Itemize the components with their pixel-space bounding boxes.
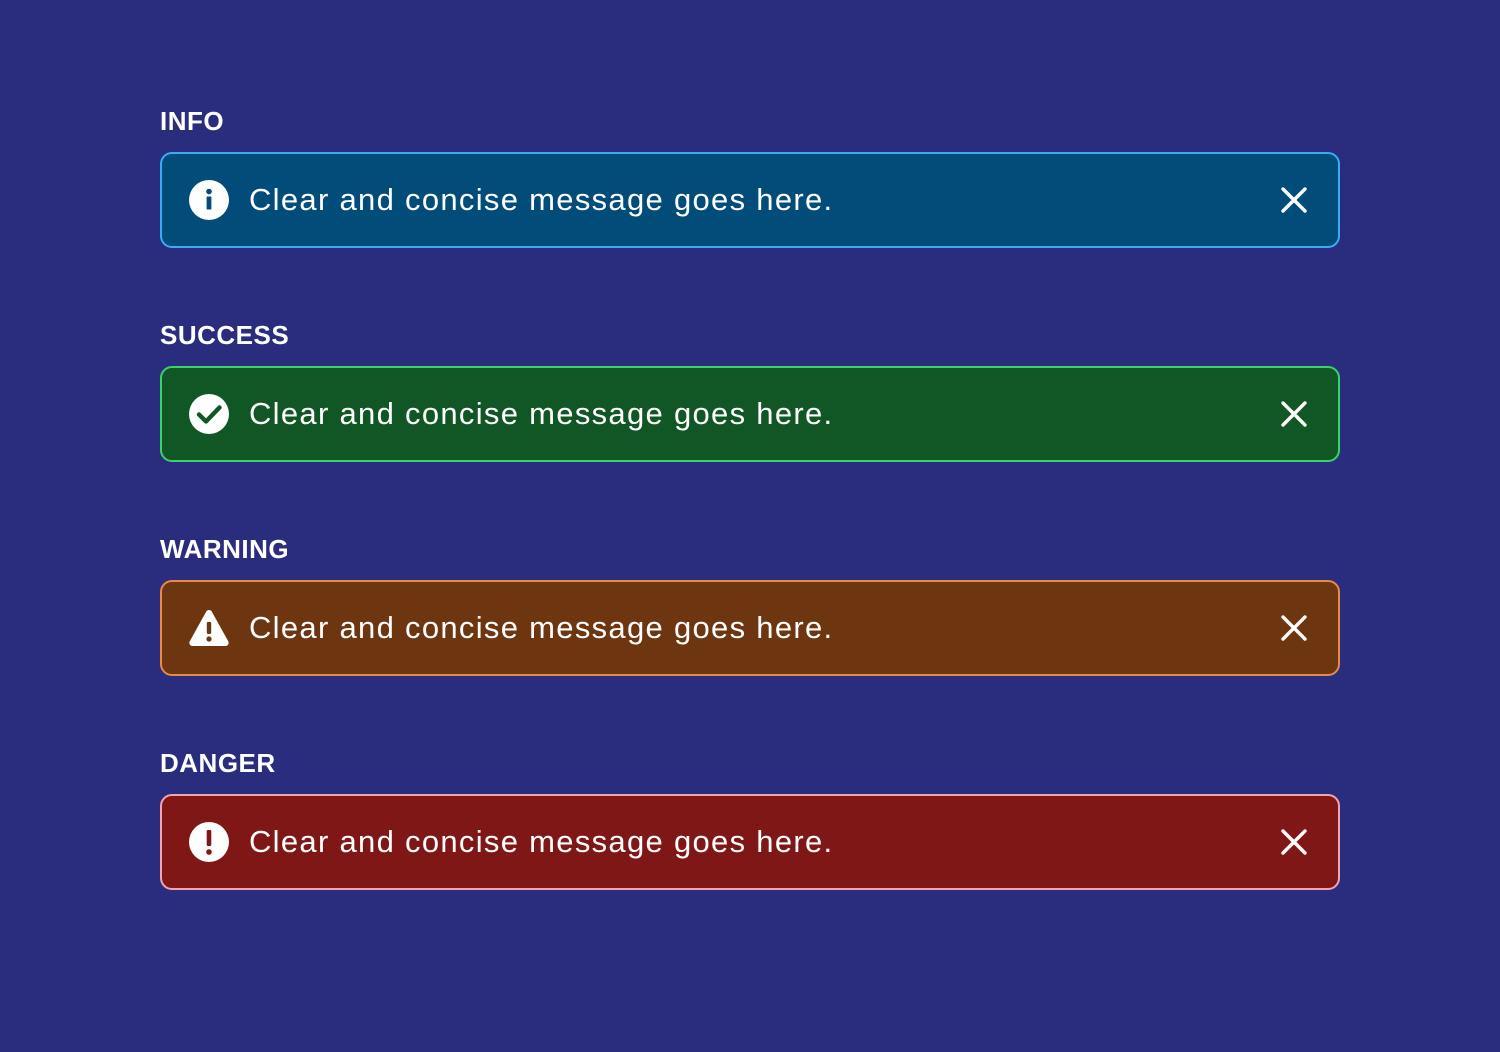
alert-message: Clear and concise message goes here. — [249, 396, 834, 431]
exclamation-circle-icon — [188, 821, 230, 863]
close-icon[interactable] — [1278, 826, 1310, 858]
alert-message: Clear and concise message goes here. — [249, 824, 834, 859]
close-icon[interactable] — [1278, 184, 1310, 216]
info-alert: Clear and concise message goes here. — [160, 152, 1340, 248]
alert-message: Clear and concise message goes here. — [249, 182, 834, 217]
success-alert: Clear and concise message goes here. — [160, 366, 1340, 462]
warning-alert: Clear and concise message goes here. — [160, 580, 1340, 676]
section-label-success: SUCCESS — [160, 320, 290, 350]
section-label-danger: DANGER — [160, 748, 276, 778]
info-icon — [188, 179, 230, 221]
alert-message: Clear and concise message goes here. — [249, 610, 834, 645]
warning-triangle-icon — [188, 607, 230, 649]
check-circle-icon — [188, 393, 230, 435]
section-label-info: INFO — [160, 106, 225, 136]
section-label-warning: WARNING — [160, 534, 290, 564]
close-icon[interactable] — [1278, 398, 1310, 430]
danger-alert: Clear and concise message goes here. — [160, 794, 1340, 890]
close-icon[interactable] — [1278, 612, 1310, 644]
